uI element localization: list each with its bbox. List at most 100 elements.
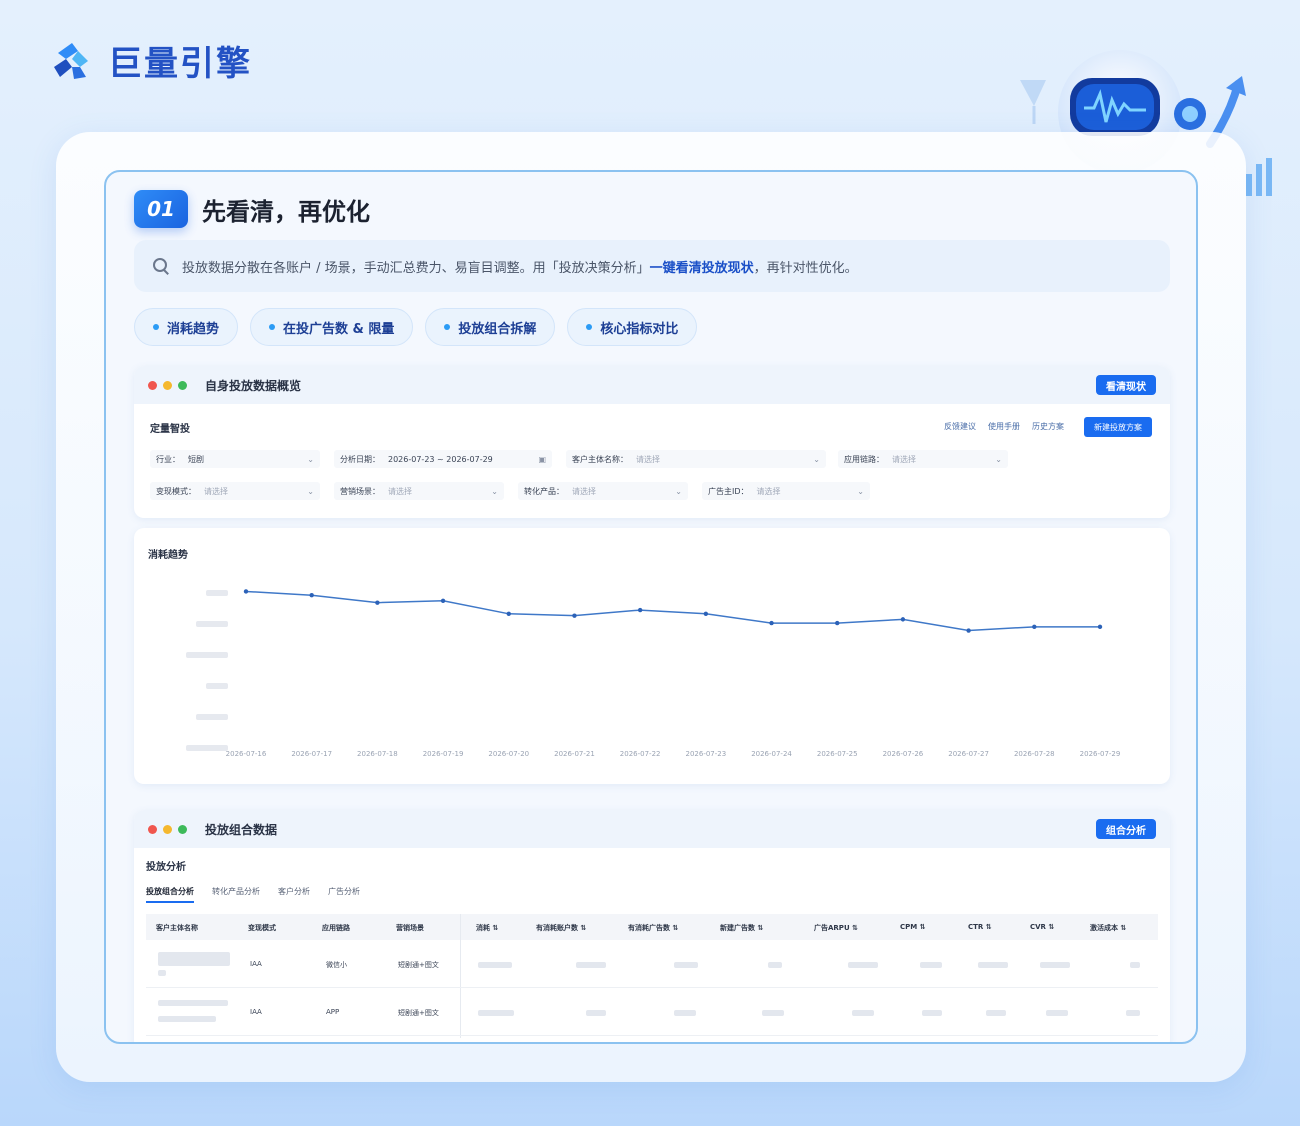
description-text: 投放数据分散在各账户 / 场景，手动汇总费力、易盲目调整。用「投放决策分析」一键… [182, 260, 858, 276]
redacted-cell [158, 970, 166, 976]
chevron-down-icon: ⌄ [307, 486, 314, 496]
bullet-dot-icon [444, 324, 451, 330]
y-axis-label-redacted [186, 652, 228, 658]
monetization-select[interactable]: 变现模式： 请选择 ⌄ [150, 482, 320, 500]
description-bar: 投放数据分散在各账户 / 场景，手动汇总费力、易盲目调整。用「投放决策分析」一键… [134, 240, 1170, 292]
redacted-cell [158, 952, 230, 966]
column-header[interactable]: 变现模式 [248, 923, 276, 933]
x-tick-label: 2026-07-18 [357, 750, 398, 758]
column-header[interactable]: CTR ⇅ [968, 923, 992, 931]
redacted-cell [478, 962, 512, 968]
combo-panel-title: 投放组合数据 [205, 822, 278, 837]
tag-combo-breakdown[interactable]: 投放组合拆解 [425, 308, 556, 346]
tag-active-ads[interactable]: 在投广告数 & 限量 [250, 308, 414, 346]
data-point[interactable] [572, 613, 577, 618]
view-status-button[interactable]: 看清现状 [1096, 375, 1156, 395]
description-highlight: 一键看清投放现状 [649, 260, 754, 276]
data-point[interactable] [637, 607, 643, 613]
data-point[interactable] [900, 617, 906, 622]
redacted-cell [158, 1000, 228, 1006]
industry-select[interactable]: 行业： 短剧 ⌄ [150, 450, 320, 468]
column-header[interactable]: 营销场景 [396, 923, 424, 933]
overview-panel: 自身投放数据概览 看清现状 定量智投 反馈建议 使用手册 历史方案 新建投放方案… [134, 366, 1170, 518]
column-header[interactable]: 广告ARPU ⇅ [814, 923, 858, 933]
redacted-cell [674, 1010, 696, 1016]
bullet-dot-icon [153, 324, 159, 330]
data-point[interactable] [835, 620, 840, 626]
redacted-cell [1130, 962, 1140, 968]
history-link[interactable]: 历史方案 [1032, 421, 1064, 432]
table-cell: IAA [250, 960, 262, 968]
x-tick-label: 2026-07-23 [686, 750, 727, 758]
data-point[interactable] [966, 628, 971, 633]
data-point[interactable] [309, 593, 314, 598]
data-point[interactable] [506, 611, 511, 616]
data-point[interactable] [1097, 624, 1103, 630]
chevron-down-icon: ⌄ [995, 454, 1002, 464]
column-header[interactable]: 新建广告数 ⇅ [720, 923, 763, 933]
redacted-cell [848, 962, 878, 968]
x-tick-label: 2026-07-22 [620, 750, 661, 758]
window-close-dot [148, 824, 157, 834]
column-header[interactable]: CPM ⇅ [900, 923, 926, 931]
table-row[interactable]: IAA 微信小 短剧通+图文 [146, 940, 1158, 988]
data-point[interactable] [769, 620, 774, 626]
analysis-subtitle: 投放分析 [146, 862, 186, 873]
column-header[interactable]: 客户主体名称 [156, 923, 198, 933]
search-icon [152, 257, 170, 275]
chevron-down-icon: ⌄ [307, 454, 314, 464]
y-axis-label-redacted [186, 745, 228, 751]
y-axis-label-redacted [196, 621, 228, 627]
redacted-cell [674, 962, 698, 968]
tab-product-analysis[interactable]: 转化产品分析 [212, 886, 260, 903]
step-header: 01 先看清，再优化 [134, 190, 370, 228]
date-range-picker[interactable]: 分析日期： 2026-07-23 ~ 2026-07-29 ▣ [334, 450, 552, 468]
bullet-dot-icon [269, 324, 276, 330]
window-minimize-dot [163, 380, 172, 390]
redacted-cell [576, 962, 606, 968]
customer-name-select[interactable]: 客户主体名称： 请选择 ⌄ [566, 450, 826, 468]
brand-logo: 巨量引擎 [48, 36, 252, 85]
redacted-cell [1040, 962, 1070, 968]
column-header[interactable]: CVR ⇅ [1030, 923, 1054, 931]
x-tick-label: 2026-07-20 [488, 750, 529, 758]
column-header[interactable]: 有消耗广告数 ⇅ [628, 923, 678, 933]
feature-tags: 消耗趋势 在投广告数 & 限量 投放组合拆解 核心指标对比 [134, 308, 698, 346]
data-point[interactable] [243, 589, 249, 594]
redacted-cell [478, 1010, 514, 1016]
conversion-product-select[interactable]: 转化产品： 请选择 ⌄ [518, 482, 688, 500]
step-number-badge: 01 [134, 190, 188, 228]
advertiser-id-select[interactable]: 广告主ID： 请选择 ⌄ [702, 482, 870, 500]
app-link-select[interactable]: 应用链路： 请选择 ⌄ [838, 450, 1008, 468]
new-plan-button[interactable]: 新建投放方案 [1084, 417, 1152, 437]
analysis-tabs: 投放组合分析 转化产品分析 客户分析 广告分析 [146, 886, 360, 903]
column-header[interactable]: 激活成本 ⇅ [1090, 923, 1126, 933]
data-point[interactable] [440, 598, 446, 603]
marketing-scene-select[interactable]: 营销场景： 请选择 ⌄ [334, 482, 504, 500]
data-point[interactable] [1032, 624, 1037, 630]
data-point[interactable] [703, 611, 709, 616]
column-header[interactable]: 应用链路 [322, 923, 350, 933]
tab-combo-analysis[interactable]: 投放组合分析 [146, 886, 194, 903]
chevron-down-icon: ⌄ [857, 486, 864, 496]
table-cell: IAA [250, 1008, 262, 1016]
window-minimize-dot [163, 824, 172, 834]
combo-analysis-button[interactable]: 组合分析 [1096, 819, 1156, 839]
manual-link[interactable]: 使用手册 [988, 421, 1020, 432]
feedback-link[interactable]: 反馈建议 [944, 421, 976, 432]
combo-panel: 投放组合数据 组合分析 投放分析 投放组合分析 转化产品分析 客户分析 广告分析… [134, 810, 1170, 1042]
tab-customer-analysis[interactable]: 客户分析 [278, 886, 310, 903]
window-maximize-dot [178, 380, 187, 390]
tag-consumption-trend[interactable]: 消耗趋势 [134, 308, 239, 346]
data-point[interactable] [375, 600, 380, 605]
column-header[interactable]: 有消耗账户数 ⇅ [536, 923, 586, 933]
column-header[interactable]: 消耗 ⇅ [476, 923, 498, 933]
redacted-cell [978, 962, 1008, 968]
redacted-cell [1126, 1010, 1140, 1016]
table-row[interactable]: IAA APP 短剧通+图文 [146, 988, 1158, 1036]
redacted-cell [762, 1010, 784, 1016]
redacted-cell [768, 962, 782, 968]
tag-core-metrics[interactable]: 核心指标对比 [567, 308, 698, 346]
filter-title: 定量智投 [150, 424, 190, 435]
tab-ad-analysis[interactable]: 广告分析 [328, 886, 360, 903]
